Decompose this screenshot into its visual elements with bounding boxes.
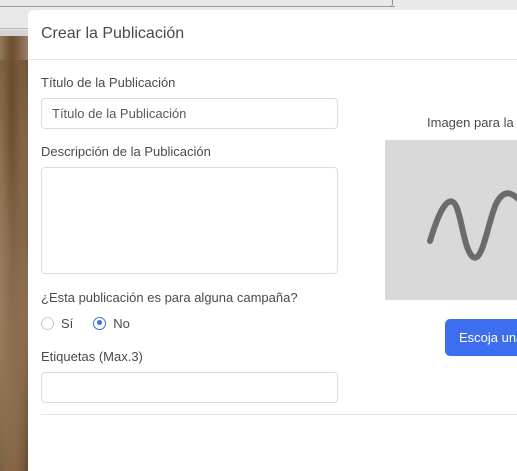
image-placeholder [385,140,517,300]
tags-label: Etiquetas (Max.3) [41,349,143,364]
create-post-modal: Crear la Publicación Título de la Public… [28,10,517,471]
campaign-question: ¿Esta publicación es para alguna campaña… [41,290,298,305]
tags-input[interactable] [41,372,338,403]
radio-si[interactable] [41,316,54,330]
choose-image-button[interactable]: Escoja una [445,319,517,356]
background-image [0,30,28,471]
radio-no[interactable] [93,316,107,330]
campaign-option-no[interactable]: No [93,316,130,331]
title-label: Título de la Publicación [41,75,176,90]
radio-si-label: Sí [61,315,74,331]
campaign-option-si[interactable]: Sí [41,316,73,331]
radio-no-label: No [113,315,130,331]
modal-header: Crear la Publicación [28,10,517,60]
description-textarea[interactable] [41,167,338,274]
campaign-radio-group: Sí No [41,315,130,331]
image-label: Imagen para la P [427,115,517,130]
footer-divider [41,414,517,415]
modal-title: Crear la Publicación [41,25,185,42]
description-label: Descripción de la Publicación [41,144,211,159]
title-input[interactable] [41,98,338,129]
wave-icon [427,190,517,261]
